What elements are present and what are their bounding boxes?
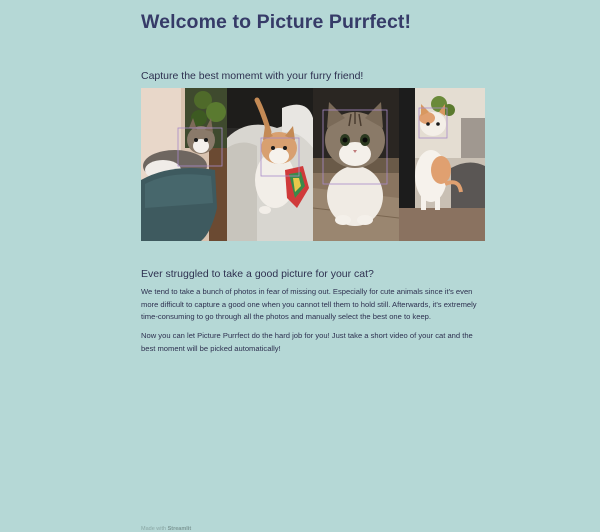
cta-paragraph: Now you can let Picture Purrfect do the … (141, 331, 473, 353)
footer-brand-link[interactable]: Streamlit (168, 526, 192, 532)
cat-photo-4 (399, 88, 485, 241)
cat-photo-2 (227, 88, 313, 241)
section-heading: Ever struggled to take a good picture fo… (141, 268, 374, 280)
page-subtitle: Capture the best momemt with your furry … (141, 70, 364, 82)
cat-photo-1 (141, 88, 227, 241)
intro-paragraph: We tend to take a bunch of photos in fea… (141, 287, 477, 321)
page-title: Welcome to Picture Purrfect! (141, 11, 412, 33)
app-page: Welcome to Picture Purrfect! Capture the… (0, 0, 600, 532)
cat-photo-gallery (141, 88, 485, 241)
footer: Made with Streamlit (141, 526, 191, 532)
footer-prefix: Made with (141, 526, 167, 532)
cat-photo-3 (313, 88, 399, 241)
